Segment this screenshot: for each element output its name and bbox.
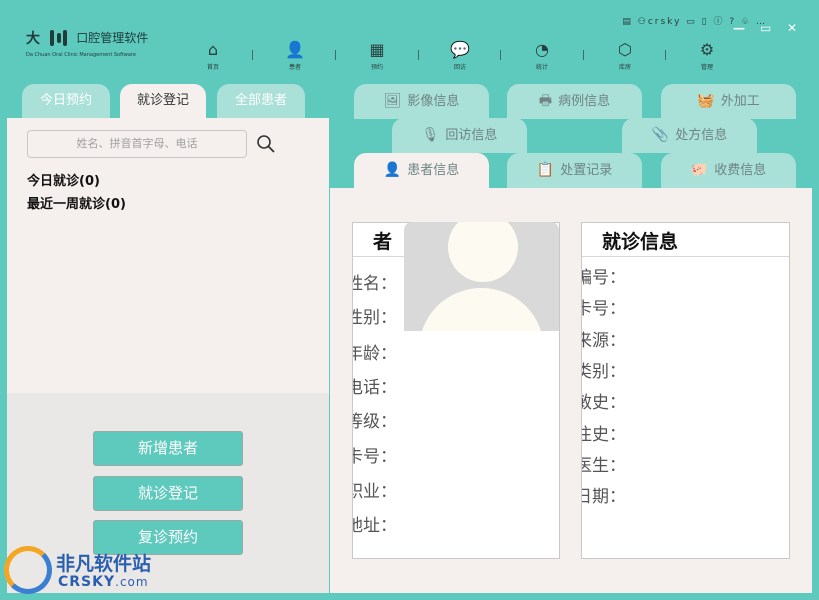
watermark-url: CRSKY.com <box>58 574 149 590</box>
basket-icon: 🧺 <box>697 93 715 109</box>
tab-today-appointments[interactable]: 今日预约 <box>22 84 110 118</box>
field-card-number-label: 卡号： <box>353 447 397 467</box>
gear-icon: ⚙ <box>699 40 715 59</box>
chat-icon: 💬 <box>450 40 470 59</box>
field-category-label: 类别： <box>582 362 626 382</box>
nav-divider <box>500 50 501 60</box>
user-icon: 👤 <box>285 40 305 59</box>
phone-icon[interactable]: ▯ <box>702 17 709 27</box>
search-icon[interactable] <box>256 134 276 154</box>
nav-item-appointments[interactable]: ▦ 预约 <box>357 40 397 71</box>
piggy-bank-icon: 🐖 <box>690 162 709 178</box>
app-logo: 大 口腔管理软件 Da Chuan Oral Clinic Management… <box>26 27 148 58</box>
nav-item-statistics[interactable]: ◔ 统计 <box>522 40 562 71</box>
microphone-icon: 🎙 <box>421 127 440 143</box>
tab-prescription-info[interactable]: 📎 处方信息 <box>622 118 757 153</box>
tab-image-info[interactable]: 🖼 影像信息 <box>354 84 489 119</box>
clipboard-icon: 📋 <box>536 162 555 178</box>
monitor-icon[interactable]: ▭ <box>686 17 697 27</box>
app-name: 口腔管理软件 <box>76 31 149 45</box>
watermark-text: 非凡软件站 <box>56 553 152 575</box>
tab-all-patients[interactable]: 全部患者 <box>217 84 305 118</box>
nav-item-home[interactable]: ⌂ 首页 <box>193 40 233 71</box>
recent-week-visits-link[interactable]: 最近一周就诊(0) <box>27 193 126 212</box>
field-doctor-label: 医生： <box>582 456 626 476</box>
user-icon: 👤 <box>383 162 402 178</box>
system-tray: ▤ ⚇crsky ▭ ▯ ⓘ ? ♧ … <box>622 14 767 27</box>
visit-list-panel: 姓名、拼音首字母、电话 今日就诊(0) 最近一周就诊(0) <box>7 118 329 393</box>
patient-avatar[interactable] <box>404 222 559 331</box>
tab-treatment-records[interactable]: 📋 处置记录 <box>507 153 642 188</box>
field-id-label: 编号： <box>582 268 626 288</box>
app-subtitle: Da Chuan Oral Clinic Management Software <box>26 51 136 58</box>
visit-card-title: 就诊信息 <box>602 231 679 253</box>
username[interactable]: crsky <box>648 17 682 27</box>
field-age-label: 年龄： <box>353 344 397 364</box>
logo-mark-icon <box>48 29 68 46</box>
account-icon[interactable]: ⚇ <box>638 17 648 27</box>
tab-billing-info[interactable]: 🐖 收费信息 <box>661 153 796 188</box>
nav-item-warehouse[interactable]: ⬡ 库房 <box>605 40 645 71</box>
patient-card-title: 者 <box>373 231 393 253</box>
nav-divider <box>252 50 253 60</box>
nav-divider <box>665 50 666 60</box>
tab-external-processing[interactable]: 🧺 外加工 <box>661 84 796 119</box>
field-occupation-label: 职业： <box>353 482 397 502</box>
visit-info-card: 就诊信息 编号： 卡号： 来源： 类别： 敏史： 往史： 医生： 日期： <box>581 222 790 559</box>
field-history-label: 往史： <box>582 425 626 445</box>
paperclip-icon: 📎 <box>651 127 670 143</box>
tab-patient-info[interactable]: 👤 患者信息 <box>354 153 489 188</box>
tab-follow-up-info[interactable]: 🎙 回访信息 <box>392 118 527 153</box>
field-name-label: 姓名： <box>353 274 397 294</box>
search-input[interactable]: 姓名、拼音首字母、电话 <box>27 130 247 158</box>
logo-brand: 大 <box>26 30 40 47</box>
nav-divider <box>418 50 419 60</box>
info-icon[interactable]: ⓘ <box>714 17 725 27</box>
field-date-label: 日期： <box>582 487 626 507</box>
close-button[interactable]: ✕ <box>787 21 797 35</box>
title-bar: 大 口腔管理软件 Da Chuan Oral Clinic Management… <box>0 0 819 84</box>
pie-chart-icon: ◔ <box>535 40 549 59</box>
printer-icon: 🖶 <box>538 93 553 109</box>
today-visits-link[interactable]: 今日就诊(0) <box>27 170 100 189</box>
register-visit-button[interactable]: 就诊登记 <box>93 476 243 511</box>
nav-divider <box>335 50 336 60</box>
maximize-button[interactable]: ▭ <box>760 21 771 35</box>
field-source-label: 来源： <box>582 331 626 351</box>
calendar-icon: ▦ <box>369 40 385 59</box>
field-address-label: 地址： <box>353 516 397 536</box>
nav-item-patients[interactable]: 👤 患者 <box>275 40 315 71</box>
home-icon: ⌂ <box>207 40 219 59</box>
field-phone-label: 电话： <box>353 378 397 398</box>
box-icon: ⬡ <box>618 40 632 59</box>
watermark-swirl-icon <box>4 546 52 594</box>
field-allergy-label: 敏史： <box>582 393 626 413</box>
add-patient-button[interactable]: 新增患者 <box>93 431 243 466</box>
field-level-label: 等级： <box>353 412 397 432</box>
tab-case-info[interactable]: 🖶 病例信息 <box>507 84 642 119</box>
tab-visit-registration[interactable]: 就诊登记 <box>120 84 206 118</box>
nav-item-management[interactable]: ⚙ 管理 <box>687 40 727 71</box>
field-card-label: 卡号： <box>582 299 626 319</box>
nav-item-follow-up[interactable]: 💬 回访 <box>440 40 480 71</box>
image-icon: 🖼 <box>383 93 402 109</box>
watermark-logo: 非凡软件站 CRSKY.com <box>0 540 170 600</box>
notebook-icon[interactable]: ▤ <box>622 17 633 27</box>
minimize-button[interactable]: — <box>733 21 745 35</box>
field-gender-label: 性别： <box>353 308 397 328</box>
nav-divider <box>583 50 584 60</box>
